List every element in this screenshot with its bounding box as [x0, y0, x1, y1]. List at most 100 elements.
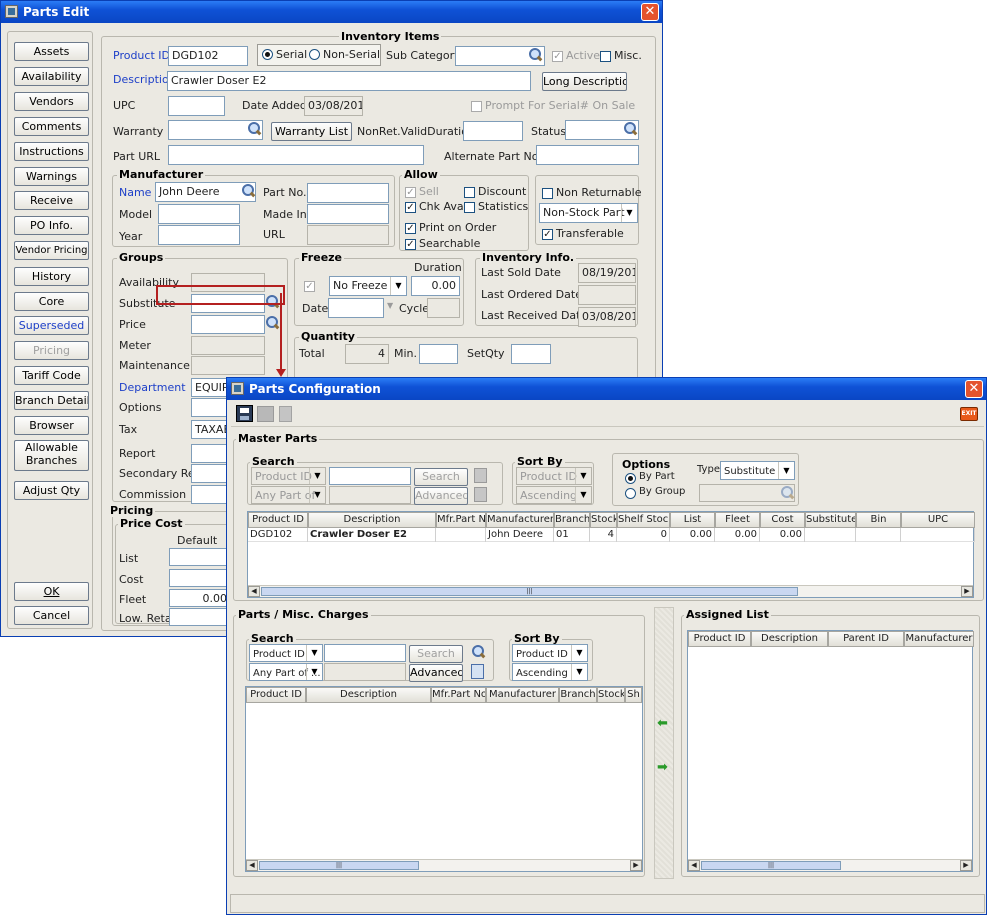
nonserial-radio[interactable] [309, 49, 320, 60]
side-button-pricing[interactable]: Pricing [14, 341, 89, 360]
column-header-sh[interactable]: Sh [625, 687, 642, 703]
side-button-vendor-pricing[interactable]: Vendor Pricing [14, 241, 89, 260]
group-price-search-icon[interactable] [265, 316, 279, 330]
type-select[interactable]: Substitute ▼ [720, 461, 795, 480]
side-button-warnings[interactable]: Warnings [14, 167, 89, 186]
setqty-input[interactable] [511, 344, 551, 364]
model-input[interactable] [158, 204, 240, 224]
price-field-cost[interactable] [169, 569, 231, 587]
side-button-core[interactable]: Core [14, 292, 89, 311]
column-header-fleet[interactable]: Fleet [715, 512, 760, 528]
master-search-button[interactable]: Search [414, 468, 468, 486]
scroll-left-icon[interactable]: ◀ [246, 860, 258, 871]
column-header-mfr-part-no[interactable]: Mfr.Part No [431, 687, 486, 703]
advanced-search-icon[interactable] [471, 664, 484, 679]
group-field-price[interactable] [191, 315, 265, 334]
partno-input[interactable] [307, 183, 389, 203]
transferable-checkbox[interactable]: ✓ [542, 229, 553, 240]
madein-input[interactable] [307, 204, 389, 224]
side-button-po-info[interactable]: PO Info. [14, 216, 89, 235]
save-icon[interactable] [236, 405, 253, 422]
scroll-thumb[interactable]: ||| [261, 587, 798, 596]
year-input[interactable] [158, 225, 240, 245]
chevron-down-icon[interactable]: ▼ [306, 645, 322, 661]
chevron-down-icon[interactable]: ▼ [390, 277, 406, 295]
part-url-input[interactable] [168, 145, 424, 165]
column-header-list[interactable]: List [670, 512, 715, 528]
scroll-left-icon[interactable]: ◀ [248, 586, 260, 597]
alt-part-input[interactable] [536, 145, 639, 165]
product-id-input[interactable]: DGD102 [168, 46, 248, 66]
chevron-down-icon[interactable]: ▼ [309, 468, 325, 484]
side-button-receive[interactable]: Receive [14, 191, 89, 210]
parts-edit-titlebar[interactable]: Parts Edit ✕ [1, 1, 662, 23]
min-input[interactable] [419, 344, 458, 364]
chevron-down-icon[interactable]: ▼ [575, 487, 591, 503]
column-header-description[interactable]: Description [308, 512, 436, 528]
side-button-history[interactable]: History [14, 267, 89, 286]
column-header-manufacturer[interactable]: Manufacturer [486, 687, 559, 703]
misc-search-by-select[interactable]: Product ID ▼ [249, 644, 323, 662]
searchable-checkbox[interactable]: ✓ [405, 239, 416, 250]
table-row[interactable]: DGD102 Crawler Doser E2 John Deere 01 4 0 0.00… [248, 528, 975, 542]
by-part-radio[interactable] [625, 473, 636, 484]
chevron-down-icon[interactable]: ▼ [575, 468, 591, 484]
subcategory-search-icon[interactable] [528, 48, 542, 62]
misc-sort-field-select[interactable]: Product ID ▼ [512, 644, 588, 662]
misc-sort-order-select[interactable]: Ascending ▼ [512, 663, 588, 681]
arrow-right-icon[interactable]: ➡ [657, 761, 671, 774]
side-button-instructions[interactable]: Instructions [14, 142, 89, 161]
chevron-down-icon[interactable]: ▼ [571, 664, 587, 680]
misc-search-icon[interactable] [471, 645, 485, 659]
chevron-down-icon[interactable]: ▼ [778, 462, 794, 479]
column-header-description[interactable]: Description [751, 631, 828, 647]
misc-search-input[interactable] [324, 644, 406, 662]
advanced-doc-icon[interactable] [474, 487, 487, 502]
misc-checkbox[interactable] [600, 51, 611, 62]
discount-checkbox[interactable] [464, 187, 475, 198]
column-header-product-id[interactable]: Product ID [246, 687, 306, 703]
column-header-bin[interactable]: Bin [856, 512, 901, 528]
side-button-browser[interactable]: Browser [14, 416, 89, 435]
price-field-list[interactable] [169, 548, 231, 566]
chevron-down-icon[interactable]: ▼ [306, 664, 322, 680]
master-advanced-button[interactable]: Advanced [414, 487, 468, 505]
chevron-down-icon[interactable]: ▼ [309, 487, 325, 503]
nonstock-select[interactable]: Non-Stock Part ▼ [539, 203, 638, 223]
side-button-availability[interactable]: Availability [14, 67, 89, 86]
print-on-order-checkbox[interactable]: ✓ [405, 223, 416, 234]
misc-hscrollbar[interactable]: ◀ ||| ▶ [246, 859, 642, 871]
price-field-fleet[interactable]: 0.00 [169, 589, 231, 607]
description-input[interactable]: Crawler Doser E2 [167, 71, 531, 91]
document-icon[interactable] [279, 406, 292, 422]
misc-advanced-button[interactable]: Advanced [409, 664, 463, 682]
chevron-down-icon[interactable]: ▼ [571, 645, 587, 661]
arrow-left-icon[interactable]: ⬅ [657, 717, 671, 730]
prompt-serial-checkbox[interactable] [471, 101, 482, 112]
exit-icon[interactable]: EXIT [960, 407, 978, 421]
column-header-branch[interactable]: Branch [559, 687, 597, 703]
non-returnable-checkbox[interactable] [542, 188, 553, 199]
parts-config-titlebar[interactable]: Parts Configuration ✕ [227, 378, 986, 400]
warranty-search-icon[interactable] [247, 122, 261, 136]
name-search-icon[interactable] [241, 184, 255, 198]
column-header-product-id[interactable]: Product ID [688, 631, 751, 647]
column-header-branch[interactable]: Branch [554, 512, 590, 528]
side-button-assets[interactable]: Assets [14, 42, 89, 61]
chevron-down-icon[interactable]: ▼ [621, 204, 637, 222]
close-icon[interactable]: ✕ [641, 3, 659, 21]
freeze-date-input[interactable] [328, 298, 384, 318]
date-dropdown-icon[interactable]: ▼ [387, 301, 393, 310]
long-description-button[interactable]: Long Description [542, 72, 627, 91]
master-sort-field-select[interactable]: Product ID ▼ [516, 467, 592, 485]
ok-button[interactable]: OK [14, 582, 89, 601]
side-button-tariff-code[interactable]: Tariff Code [14, 366, 89, 385]
column-header-stock[interactable]: Stock [597, 687, 625, 703]
column-header-manufacturer[interactable]: Manufacturer [904, 631, 974, 647]
master-sort-order-select[interactable]: Ascending ▼ [516, 486, 592, 504]
chkavail-checkbox[interactable]: ✓ [405, 202, 416, 213]
misc-scope-select[interactable]: Any Part of ... ▼ [249, 663, 323, 681]
column-header-mfr-part-no[interactable]: Mfr.Part No [436, 512, 486, 528]
column-header-manufacturer[interactable]: Manufacturer [486, 512, 554, 528]
side-button-vendors[interactable]: Vendors [14, 92, 89, 111]
